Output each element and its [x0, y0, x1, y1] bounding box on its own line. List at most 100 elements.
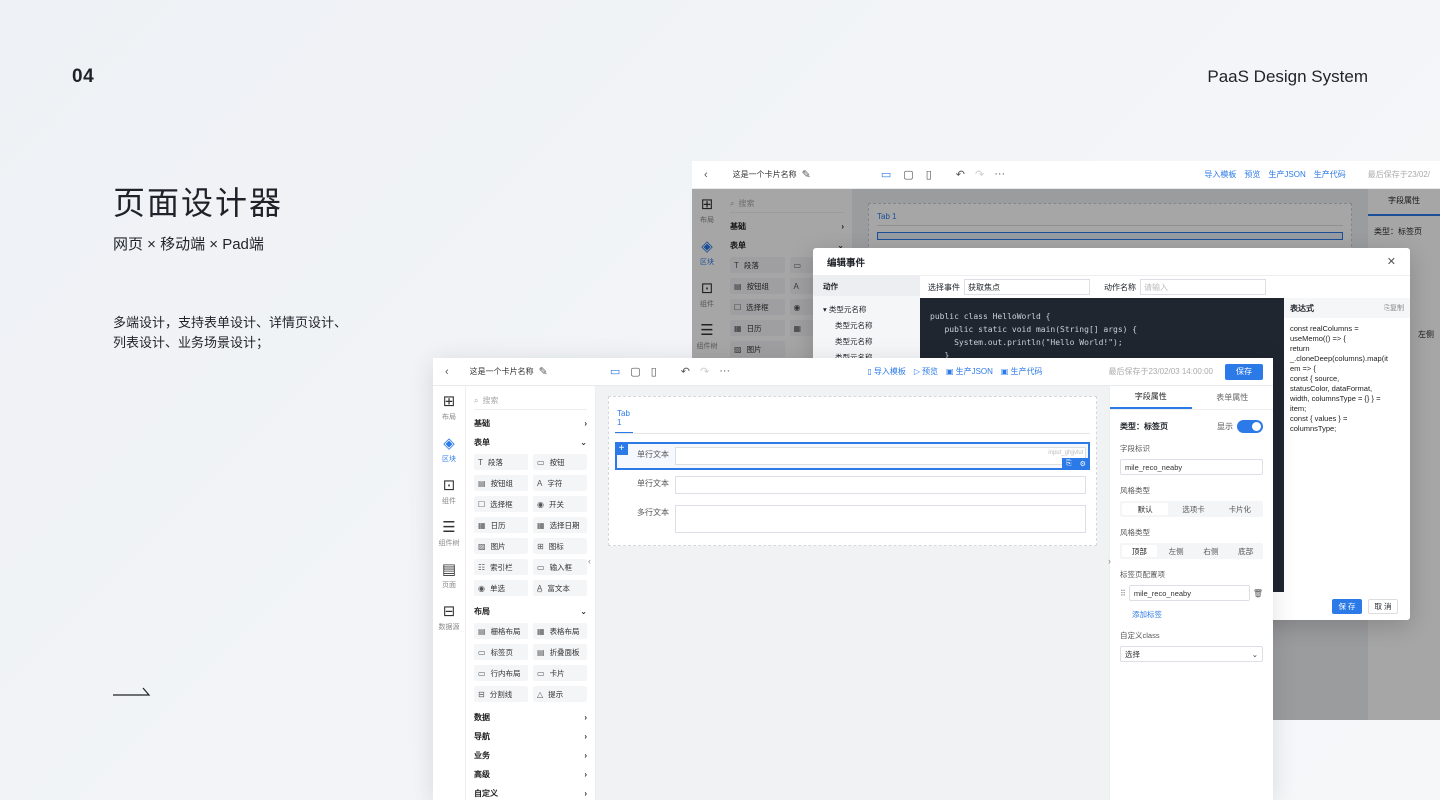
form-component-chip[interactable]: ▦ 选择日期: [533, 517, 587, 533]
group-collapsed[interactable]: 自定义 ›: [474, 784, 587, 800]
dialog-cancel-button[interactable]: 取 消: [1368, 598, 1398, 614]
action-name-input[interactable]: 请输入: [1140, 279, 1266, 295]
mobile-icon[interactable]: ▯: [926, 168, 932, 181]
preview-link[interactable]: 预览: [1244, 169, 1260, 180]
layout-component-chip[interactable]: ▤ 栅格布局: [474, 623, 528, 639]
layout-component-chip[interactable]: ▭ 卡片: [533, 665, 587, 681]
more-icon[interactable]: ···: [994, 168, 1005, 181]
pos-top[interactable]: 顶部: [1122, 545, 1157, 557]
style-tabs[interactable]: 选项卡: [1170, 501, 1216, 517]
canvas-tab[interactable]: Tab 1: [615, 403, 633, 434]
drag-handle-icon[interactable]: ⠿: [1120, 589, 1126, 598]
layout-component-chip[interactable]: ⊟ 分割线: [474, 686, 528, 702]
gen-code-link[interactable]: 生产代码: [1314, 169, 1346, 180]
group-collapsed[interactable]: 数据 ›: [474, 708, 587, 727]
expression-text[interactable]: const realColumns = useMemo(() => { retu…: [1284, 318, 1410, 440]
tree-child[interactable]: 类型元名称: [823, 318, 920, 334]
group-collapsed[interactable]: 业务 ›: [474, 746, 587, 765]
more-icon[interactable]: ···: [719, 365, 730, 378]
layout-component-chip[interactable]: ▦ 表格布局: [533, 623, 587, 639]
redo-icon[interactable]: ↷: [700, 365, 709, 378]
pos-bottom[interactable]: 底部: [1228, 543, 1263, 559]
rail-tree[interactable]: ☰ 组件树: [439, 520, 460, 562]
form-component-chip[interactable]: ▤ 按钮组: [474, 475, 528, 491]
form-component-chip[interactable]: ▦ 日历: [474, 517, 528, 533]
form-component-chip[interactable]: ☐ 选择框: [474, 496, 528, 512]
add-tab-link[interactable]: 添加标签: [1132, 609, 1263, 620]
group-collapsed[interactable]: 导航 ›: [474, 727, 587, 746]
group-layout[interactable]: 布局 ⌄: [474, 602, 587, 621]
gen-json-link[interactable]: ▣ 生产JSON: [946, 366, 993, 377]
rail-block[interactable]: ◈ 区块: [442, 436, 456, 478]
form-component-chip[interactable]: ▨ 图片: [474, 538, 528, 554]
select-event-input[interactable]: 获取焦点: [964, 279, 1090, 295]
collapse-right-icon[interactable]: ›: [1108, 556, 1111, 566]
form-component-chip[interactable]: ◉ 单选: [474, 580, 528, 596]
tablet-icon[interactable]: ▢: [630, 365, 640, 378]
form-component-chip[interactable]: T 段落: [474, 454, 528, 470]
tablet-icon[interactable]: ▢: [903, 168, 913, 181]
style-card[interactable]: 卡片化: [1217, 501, 1263, 517]
tab-field-props[interactable]: 字段属性: [1110, 386, 1192, 409]
import-template-link[interactable]: 导入模板: [1204, 169, 1236, 180]
layout-component-chip[interactable]: ▭ 标签页: [474, 644, 528, 660]
group-form[interactable]: 表单 ⌄: [474, 433, 587, 452]
group-basic[interactable]: 基础 ›: [474, 414, 587, 433]
tab-form-props[interactable]: 表单属性: [1192, 386, 1274, 409]
collapse-left-icon[interactable]: ‹: [588, 556, 591, 566]
pos-left[interactable]: 左侧: [1159, 543, 1194, 559]
form-component-chip[interactable]: ⊞ 图标: [533, 538, 587, 554]
class-select[interactable]: 选择 ⌄: [1120, 646, 1263, 662]
field-input[interactable]: [675, 476, 1086, 494]
copy-icon[interactable]: ⎘: [1066, 460, 1072, 468]
tree-root[interactable]: ▾ 类型元名称: [823, 302, 920, 318]
field-input[interactable]: [675, 505, 1086, 533]
preview-link[interactable]: ▷ 预览: [914, 366, 938, 377]
undo-icon[interactable]: ↶: [681, 365, 690, 378]
form-component-chip[interactable]: A̲ 富文本: [533, 580, 587, 596]
tree-child[interactable]: 类型元名称: [823, 334, 920, 350]
desktop-icon[interactable]: ▭: [610, 365, 620, 378]
form-field-row[interactable]: 单行文本 input_ghjjvlul + ⎘ ⚙: [615, 442, 1090, 470]
rail-page[interactable]: ▤ 页面: [442, 562, 456, 604]
layout-component-chip[interactable]: ▭ 行内布局: [474, 665, 528, 681]
gen-code-link[interactable]: ▣ 生产代码: [1001, 366, 1043, 377]
style-default[interactable]: 默认: [1122, 503, 1169, 515]
back-icon[interactable]: ‹: [445, 366, 449, 378]
pos-right[interactable]: 右侧: [1194, 543, 1229, 559]
rail-datasource[interactable]: ⊟ 数据源: [439, 604, 460, 646]
back-icon[interactable]: ‹: [704, 169, 708, 181]
group-collapsed[interactable]: 高级 ›: [474, 765, 587, 784]
rail-component[interactable]: ⊡ 组件: [442, 478, 456, 520]
form-component-chip[interactable]: A 字符: [533, 475, 587, 491]
prop-id-input[interactable]: mile_reco_neaby: [1120, 459, 1263, 475]
form-field-row[interactable]: 多行文本: [615, 500, 1090, 538]
form-component-chip[interactable]: ▭ 输入框: [533, 559, 587, 575]
form-field-row[interactable]: 单行文本: [615, 471, 1090, 499]
import-template-link[interactable]: ▯ 导入模板: [867, 366, 905, 377]
desktop-icon[interactable]: ▭: [881, 168, 891, 181]
config-input[interactable]: mile_reco_neaby: [1128, 585, 1250, 601]
edit-icon[interactable]: ✎: [802, 168, 811, 181]
gen-json-link[interactable]: 生产JSON: [1268, 169, 1305, 180]
edit-icon[interactable]: ✎: [539, 365, 548, 378]
settings-icon[interactable]: ⚙: [1080, 460, 1086, 468]
delete-icon[interactable]: 🗑: [1253, 589, 1263, 598]
copy-button[interactable]: ⎘复制: [1384, 303, 1404, 313]
mobile-icon[interactable]: ▯: [651, 365, 657, 378]
form-component-chip[interactable]: ☷ 索引栏: [474, 559, 528, 575]
redo-icon[interactable]: ↷: [975, 168, 984, 181]
show-toggle[interactable]: [1237, 420, 1263, 433]
close-icon[interactable]: ✕: [1387, 255, 1396, 268]
search-input[interactable]: ⌕ 搜索: [474, 392, 587, 410]
field-input[interactable]: input_ghjjvlul: [675, 447, 1086, 465]
layout-component-chip[interactable]: △ 提示: [533, 686, 587, 702]
dialog-save-button[interactable]: 保 存: [1332, 598, 1362, 614]
add-icon[interactable]: +: [615, 442, 628, 455]
layout-component-chip[interactable]: ▤ 折叠面板: [533, 644, 587, 660]
form-component-chip[interactable]: ▭ 按钮: [533, 454, 587, 470]
undo-icon[interactable]: ↶: [956, 168, 965, 181]
rail-layout[interactable]: ⊞ 布局: [442, 394, 456, 436]
form-component-chip[interactable]: ◉ 开关: [533, 496, 587, 512]
save-button[interactable]: 保存: [1225, 363, 1263, 380]
